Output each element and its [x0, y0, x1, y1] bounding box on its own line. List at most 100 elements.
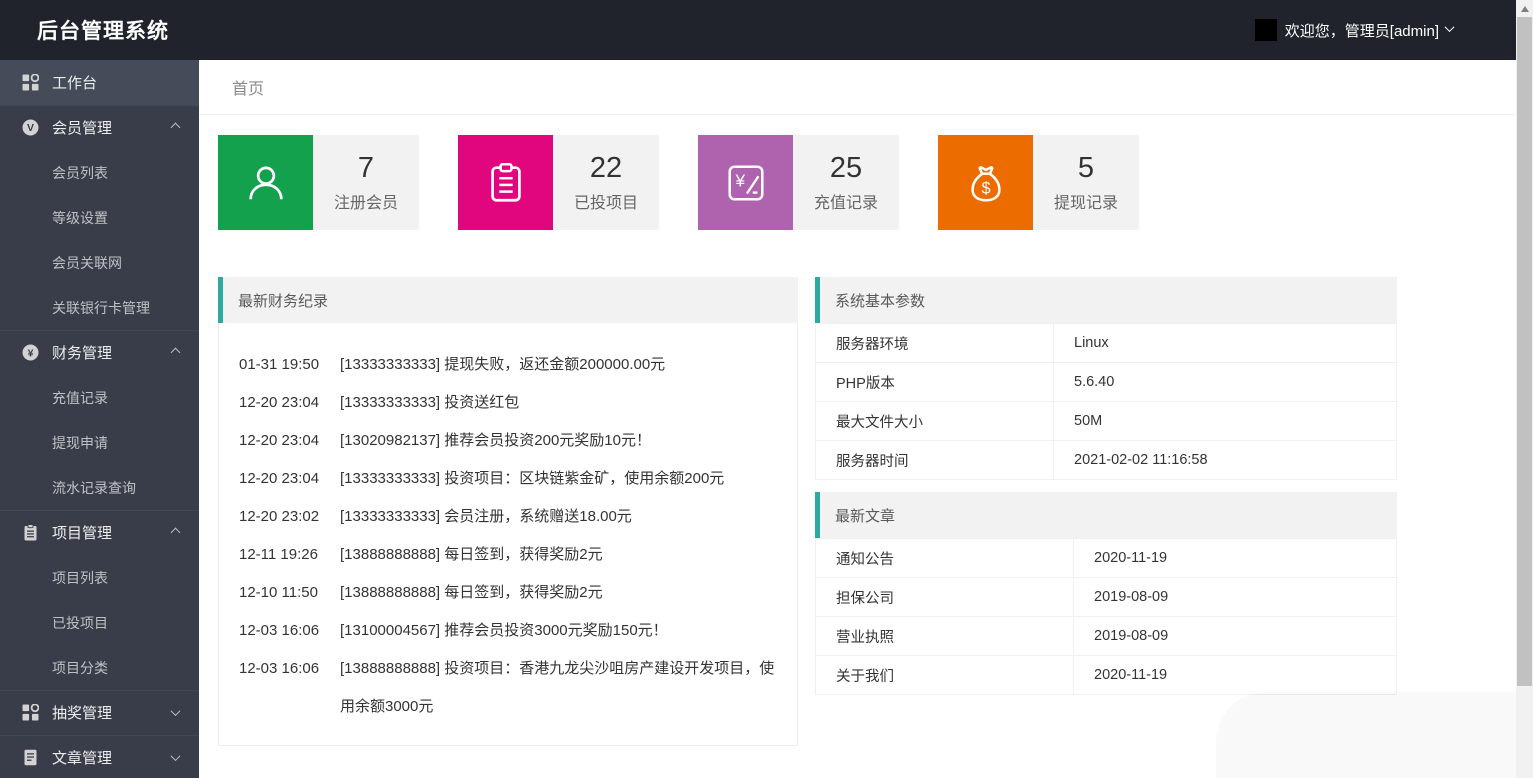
stat-iconbox — [458, 135, 553, 230]
sidebar-item-member-management[interactable]: V 会员管理 — [0, 105, 199, 150]
stat-iconbox: $ — [938, 135, 1033, 230]
stat-card-invested-projects[interactable]: 22 已投项目 — [458, 135, 659, 230]
sidebar: 工作台 V 会员管理 会员列表 等级设置 会员关联网 关联银行卡管理 ¥ 财务管… — [0, 60, 199, 778]
sidebar-item-label: 项目管理 — [52, 522, 112, 543]
finance-icon: ¥ — [22, 344, 39, 361]
panel-header: 最新财务纪录 — [218, 277, 798, 323]
sidebar-item-article-management[interactable]: 文章管理 — [0, 735, 199, 778]
sidebar-item-project-management[interactable]: 项目管理 — [0, 510, 199, 555]
latest-articles-table: 通知公告 2020-11-19 担保公司 2019-08-09 营业执照 201… — [815, 538, 1397, 695]
stat-value: 22 — [590, 152, 622, 185]
scrollbar-up-button[interactable] — [1516, 0, 1533, 17]
stat-iconbox: ¥ — [698, 135, 793, 230]
stat-label: 提现记录 — [1054, 189, 1118, 213]
finance-record: 12-20 23:02 [13333333333] 会员注册，系统赠送18.00… — [239, 498, 777, 536]
scrollbar-thumb[interactable] — [1517, 17, 1532, 686]
breadcrumb: 首页 — [199, 60, 1533, 115]
chevron-up-icon — [171, 528, 181, 538]
member-icon: V — [22, 119, 39, 136]
chevron-up-icon — [171, 348, 181, 358]
clipboard-icon — [483, 160, 529, 206]
finance-record: 01-31 19:50 [13333333333] 提现失败，返还金额20000… — [239, 346, 777, 384]
user-menu[interactable]: 欢迎您，管理员[admin] — [1255, 19, 1453, 41]
stat-cards: 7 注册会员 22 已投项目 — [199, 115, 1533, 230]
main-content: 首页 7 注册会员 — [199, 0, 1533, 746]
table-row: PHP版本 5.6.40 — [816, 363, 1397, 402]
stat-label: 注册会员 — [334, 189, 398, 213]
breadcrumb-home[interactable]: 首页 — [232, 75, 264, 99]
chevron-down-icon — [171, 706, 181, 716]
stat-value: 5 — [1078, 152, 1094, 185]
sidebar-item-label: 会员管理 — [52, 117, 112, 138]
scroll-up-arrow-icon — [1521, 6, 1529, 12]
finance-record: 12-20 23:04 [13333333333] 投资项目：区块链紫金矿，使用… — [239, 460, 777, 498]
stat-value: 7 — [358, 152, 374, 185]
svg-text:V: V — [27, 122, 34, 134]
yuan-icon: ¥ — [723, 160, 769, 206]
panel-title: 最新文章 — [835, 505, 895, 526]
stat-label: 已投项目 — [574, 189, 638, 213]
sidebar-item-invested-projects[interactable]: 已投项目 — [0, 600, 199, 645]
sidebar-item-transaction-query[interactable]: 流水记录查询 — [0, 465, 199, 510]
sidebar-item-label: 抽奖管理 — [52, 702, 112, 723]
system-params-table: 服务器环境 Linux PHP版本 5.6.40 最大文件大小 50M 服务 — [815, 323, 1397, 480]
finance-record: 12-20 23:04 [13020982137] 推荐会员投资200元奖励10… — [239, 422, 777, 460]
sidebar-item-lottery-management[interactable]: 抽奖管理 — [0, 690, 199, 735]
project-icon — [22, 524, 39, 541]
panel-title: 系统基本参数 — [835, 290, 925, 311]
svg-text:¥: ¥ — [28, 347, 34, 359]
chevron-up-icon — [171, 123, 181, 133]
panel-title: 最新财务纪录 — [238, 290, 328, 311]
sidebar-item-label: 工作台 — [52, 72, 97, 93]
dashboard-icon — [22, 74, 39, 91]
sidebar-item-member-network[interactable]: 会员关联网 — [0, 240, 199, 285]
lottery-icon — [22, 704, 39, 721]
sidebar-item-withdraw-requests[interactable]: 提现申请 — [0, 420, 199, 465]
svg-text:$: $ — [981, 179, 990, 197]
stat-card-registered-members[interactable]: 7 注册会员 — [218, 135, 419, 230]
panel-header: 最新文章 — [815, 492, 1397, 538]
table-row: 营业执照 2019-08-09 — [816, 617, 1397, 656]
chevron-down-icon — [171, 751, 181, 761]
welcome-text: 欢迎您，管理员[admin] — [1285, 20, 1439, 41]
finance-records-panel: 最新财务纪录 01-31 19:50 [13333333333] 提现失败，返还… — [218, 277, 798, 746]
stat-value: 25 — [830, 152, 862, 185]
user-avatar — [1255, 19, 1277, 41]
app-header: 后台管理系统 欢迎您，管理员[admin] — [0, 0, 1533, 60]
stat-card-recharge-records[interactable]: ¥ 25 充值记录 — [698, 135, 899, 230]
finance-record: 12-11 19:26 [13888888888] 每日签到，获得奖励2元 — [239, 536, 777, 574]
article-icon — [22, 749, 39, 766]
sidebar-item-project-categories[interactable]: 项目分类 — [0, 645, 199, 690]
app-title: 后台管理系统 — [37, 15, 169, 45]
table-row: 担保公司 2019-08-09 — [816, 578, 1397, 617]
finance-record: 12-10 11:50 [13888888888] 每日签到，获得奖励2元 — [239, 574, 777, 612]
finance-record: 12-03 16:06 [13100004567] 推荐会员投资3000元奖励1… — [239, 612, 777, 650]
sidebar-item-finance-management[interactable]: ¥ 财务管理 — [0, 330, 199, 375]
stat-card-withdraw-records[interactable]: $ 5 提现记录 — [938, 135, 1139, 230]
table-row: 服务器时间 2021-02-02 11:16:58 — [816, 441, 1397, 480]
vertical-scrollbar[interactable] — [1516, 0, 1533, 778]
stat-iconbox — [218, 135, 313, 230]
table-row: 通知公告 2020-11-19 — [816, 539, 1397, 578]
sidebar-item-member-list[interactable]: 会员列表 — [0, 150, 199, 195]
sidebar-item-workbench[interactable]: 工作台 — [0, 60, 199, 105]
finance-record: 12-03 16:06 [13888888888] 投资项目：香港九龙尖沙咀房产… — [239, 650, 777, 726]
moneybag-icon: $ — [963, 160, 1009, 206]
table-row: 最大文件大小 50M — [816, 402, 1397, 441]
sidebar-item-label: 文章管理 — [52, 747, 112, 768]
table-row: 关于我们 2020-11-19 — [816, 656, 1397, 695]
system-params-panel: 系统基本参数 服务器环境 Linux PHP版本 5.6.40 最大文件 — [815, 277, 1397, 480]
user-icon — [243, 160, 289, 206]
panel-header: 系统基本参数 — [815, 277, 1397, 323]
chevron-down-icon — [1445, 22, 1455, 32]
svg-text:¥: ¥ — [734, 170, 745, 190]
sidebar-item-level-settings[interactable]: 等级设置 — [0, 195, 199, 240]
table-row: 服务器环境 Linux — [816, 324, 1397, 363]
finance-records-list: 01-31 19:50 [13333333333] 提现失败，返还金额20000… — [218, 323, 798, 746]
sidebar-item-project-list[interactable]: 项目列表 — [0, 555, 199, 600]
sidebar-item-label: 财务管理 — [52, 342, 112, 363]
sidebar-item-bank-card-management[interactable]: 关联银行卡管理 — [0, 285, 199, 330]
stat-label: 充值记录 — [814, 189, 878, 213]
sidebar-item-recharge-records[interactable]: 充值记录 — [0, 375, 199, 420]
finance-record: 12-20 23:04 [13333333333] 投资送红包 — [239, 384, 777, 422]
